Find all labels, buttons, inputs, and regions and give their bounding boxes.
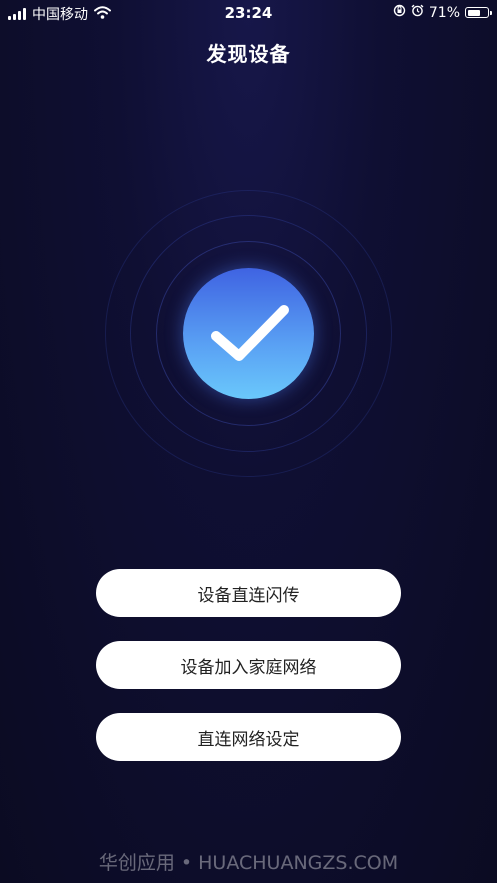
direct-flash-transfer-button[interactable]: 设备直连闪传 <box>96 569 401 617</box>
battery-fill <box>467 9 481 16</box>
watermark: 华创应用 • HUACHUANGZS.COM <box>98 852 399 874</box>
status-bar: 中国移动 23:24 71% <box>0 0 497 26</box>
battery-percent: 71% <box>428 4 460 21</box>
alarm-icon <box>411 4 424 21</box>
success-indicator <box>183 268 314 399</box>
orientation-lock-icon <box>393 4 406 21</box>
page-title: 发现设备 <box>206 42 291 66</box>
status-bar-right: 71% <box>393 4 492 21</box>
direct-network-settings-button[interactable]: 直连网络设定 <box>96 713 401 761</box>
checkmark-icon <box>211 305 289 361</box>
battery-icon <box>465 7 492 18</box>
join-home-network-button[interactable]: 设备加入家庭网络 <box>96 641 401 689</box>
